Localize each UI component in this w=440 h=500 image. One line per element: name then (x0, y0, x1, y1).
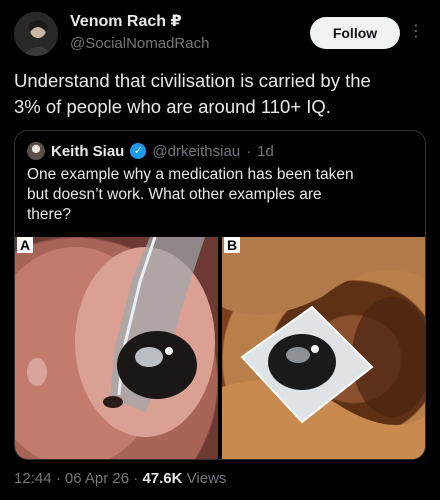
tweet-text-line: Understand that civilisation is carried … (14, 70, 371, 91)
verified-icon: ✓ (130, 143, 147, 159)
tweet-date[interactable]: 06 Apr 26 (65, 470, 129, 487)
name-badge-icon: ₽ (170, 13, 182, 30)
quoted-tweet-text: One example why a medication has been ta… (27, 165, 413, 225)
author-avatar[interactable] (14, 12, 58, 56)
separator-dot: · (246, 142, 252, 160)
separator-dot: · (133, 470, 139, 487)
quoted-author-avatar[interactable] (27, 142, 45, 160)
endoscopy-image-a[interactable]: A (15, 237, 218, 459)
quoted-timestamp[interactable]: 1d (257, 143, 274, 160)
quoted-tweet[interactable]: Keith Siau ✓ @drkeithsiau · 1d One examp… (14, 130, 426, 460)
more-options-icon[interactable]: ⋮ (408, 22, 424, 42)
separator-dot: · (55, 470, 61, 487)
image-a-label: A (17, 237, 34, 253)
display-name-text[interactable]: Venom Rach (70, 13, 166, 30)
quoted-media[interactable]: A B (15, 237, 425, 459)
tweet-meta: 12:44 · 06 Apr 26 · 47.6K Views (14, 470, 226, 487)
tweet-time[interactable]: 12:44 (14, 470, 52, 487)
tweet-text-line: 3% of people who are around 110+ IQ. (14, 96, 331, 117)
tweet-text: Understand that civilisation is carried … (14, 68, 426, 120)
author-display-name[interactable]: Venom Rach ₽ (70, 12, 209, 32)
quoted-tweet-header: Keith Siau ✓ @drkeithsiau · 1d (27, 141, 274, 161)
image-b-label: B (224, 237, 241, 253)
quoted-text-line: but doesn’t work. What other examples ar… (27, 186, 322, 203)
quoted-text-line: One example why a medication has been ta… (27, 166, 354, 183)
follow-button[interactable]: Follow (310, 17, 400, 49)
author-handle[interactable]: @SocialNomadRach (70, 34, 209, 54)
quoted-author-handle[interactable]: @drkeithsiau (152, 143, 240, 160)
quoted-text-line: there? (27, 206, 71, 223)
views-count[interactable]: 47.6K (142, 470, 182, 487)
views-label[interactable]: Views (187, 470, 227, 487)
tweet-header: Venom Rach ₽ @SocialNomadRach Follow ⋮ (14, 12, 428, 60)
endoscopy-image-b[interactable]: B (222, 237, 425, 459)
quoted-author-name[interactable]: Keith Siau (51, 143, 124, 160)
author-names: Venom Rach ₽ @SocialNomadRach (70, 12, 209, 54)
